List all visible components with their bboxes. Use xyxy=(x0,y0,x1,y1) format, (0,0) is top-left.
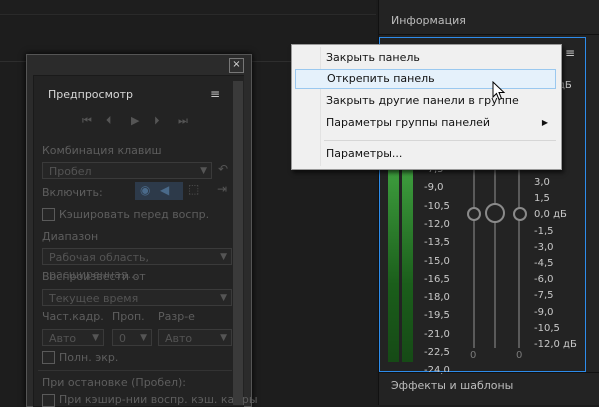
db-tick-label: -6,0 xyxy=(534,274,554,286)
db-tick-label: -9,0 xyxy=(424,182,444,194)
export-icon[interactable]: ⇥ xyxy=(217,182,227,196)
scrollbar[interactable] xyxy=(233,81,243,405)
zero-label-left: 0 xyxy=(470,350,477,361)
panel-menu-icon[interactable]: ≡ xyxy=(210,87,220,101)
db-tick-label: 3,0 xyxy=(534,177,550,188)
next-frame-icon[interactable]: ⏵ xyxy=(154,114,160,128)
db-tick-label: -24,0 xyxy=(424,365,450,377)
menu-item-settings[interactable]: Параметры... xyxy=(295,144,556,164)
menu-item-panel-group-settings[interactable]: Параметры группы панелей ▶ xyxy=(295,113,556,133)
cache-label: Кэшировать перед воспр. xyxy=(59,208,210,221)
enable-label: Включить: xyxy=(42,186,103,199)
top-bar xyxy=(0,0,376,15)
zero-label-right: 0 xyxy=(516,350,523,361)
play-from-select[interactable]: Текущее время ▼ xyxy=(42,289,232,306)
audio-meter-left xyxy=(388,168,399,362)
db-tick-label: -4,5 xyxy=(534,258,554,269)
play-from-label: Воспроизвести от xyxy=(42,270,146,283)
panel-context-menu: Закрыть панель Открепить панель Закрыть … xyxy=(291,44,562,170)
db-tick-label: -16,5 xyxy=(424,273,450,285)
first-frame-icon[interactable]: ⏮ xyxy=(82,114,92,128)
db-tick-label: -10,5 xyxy=(424,200,450,212)
db-tick-label: -12,0 дБ xyxy=(534,339,577,350)
db-tick-label: -9,0 xyxy=(534,306,554,318)
db-tick-label: -21,0 xyxy=(424,328,450,340)
shortcut-select[interactable]: Пробел ▼ xyxy=(42,162,212,179)
close-window-button[interactable]: × xyxy=(229,58,244,73)
db-tick-label: -1,5 xyxy=(534,225,554,237)
db-tick-label: -12,0 xyxy=(424,218,450,230)
on-stop-checkbox[interactable] xyxy=(42,394,55,407)
reset-icon[interactable]: ↶ xyxy=(218,162,228,176)
db-tick-label: -19,5 xyxy=(424,310,450,322)
db-tick-label: -22,5 xyxy=(424,347,450,358)
mouse-cursor-icon xyxy=(492,81,506,101)
frame-rate-select[interactable]: Авто ▼ xyxy=(42,329,104,346)
db-tick-label: -15,0 xyxy=(424,255,450,267)
level-knob-master[interactable] xyxy=(485,203,505,223)
menu-item-close-panel[interactable]: Закрыть панель xyxy=(295,48,556,68)
level-knob-right[interactable] xyxy=(513,207,527,221)
speaker-icon[interactable]: ◀ xyxy=(160,183,169,197)
audio-meter-right xyxy=(402,168,413,362)
resolution-select[interactable]: Авто ▼ xyxy=(158,329,232,346)
menu-item-close-other-panels[interactable]: Закрыть другие панели в группе xyxy=(295,91,556,111)
range-label: Диапазон xyxy=(42,230,99,243)
db-tick-label: -10,5 xyxy=(534,322,560,334)
fullscreen-checkbox[interactable] xyxy=(42,351,55,364)
db-tick-label: -7,5 xyxy=(534,290,554,302)
prev-frame-icon[interactable]: ⏴ xyxy=(106,114,112,128)
info-panel-tab[interactable]: Информация xyxy=(391,14,466,27)
db-tick-label: -3,0 xyxy=(534,241,554,253)
slider-track-center xyxy=(494,168,496,348)
db-tick-label: -13,5 xyxy=(424,237,450,249)
menu-item-undock-panel[interactable]: Открепить панель xyxy=(295,69,556,89)
submenu-arrow-icon: ▶ xyxy=(541,118,548,127)
skip-select[interactable]: 0 ▼ xyxy=(112,329,152,346)
cache-checkbox[interactable] xyxy=(42,208,55,221)
overlay-icon[interactable]: ⬚ xyxy=(188,182,199,196)
resolution-label: Разр-е xyxy=(158,310,195,323)
play-icon[interactable]: ▶ xyxy=(131,114,139,127)
on-stop-check-label: При кэшир-нии воспр. кэш. кадры xyxy=(59,393,258,406)
level-knob-left[interactable] xyxy=(467,207,481,221)
preview-panel: Предпросмотр ≡ ⏮ ⏴ ▶ ⏵ ⏭ Комбинация клав… xyxy=(33,75,258,407)
db-tick-label: -18,0 xyxy=(424,292,450,304)
db-tick-label: 1,5 xyxy=(534,193,550,205)
skip-label: Проп. xyxy=(112,310,145,323)
frame-rate-label: Част.кадр. xyxy=(42,310,104,323)
on-stop-label: При остановке (Пробел): xyxy=(42,376,186,389)
slider-track-left xyxy=(473,168,475,348)
preview-title: Предпросмотр xyxy=(48,88,133,101)
shortcut-label: Комбинация клавиш xyxy=(42,144,162,157)
panel-menu-icon[interactable]: ≡ xyxy=(565,46,575,60)
slider-track-right xyxy=(518,168,520,348)
eye-icon[interactable]: ◉ xyxy=(140,183,150,197)
last-frame-icon[interactable]: ⏭ xyxy=(178,114,188,128)
fullscreen-label: Полн. экр. xyxy=(59,351,119,364)
preview-floating-window: × Предпросмотр ≡ ⏮ ⏴ ▶ ⏵ ⏭ Комбинация кл… xyxy=(26,54,258,407)
effects-panel-tab[interactable]: Эффекты и шаблоны xyxy=(391,379,513,392)
range-select[interactable]: Рабочая область, расширенная... ▼ xyxy=(42,248,232,281)
db-tick-label: 0,0 дБ xyxy=(534,209,567,221)
